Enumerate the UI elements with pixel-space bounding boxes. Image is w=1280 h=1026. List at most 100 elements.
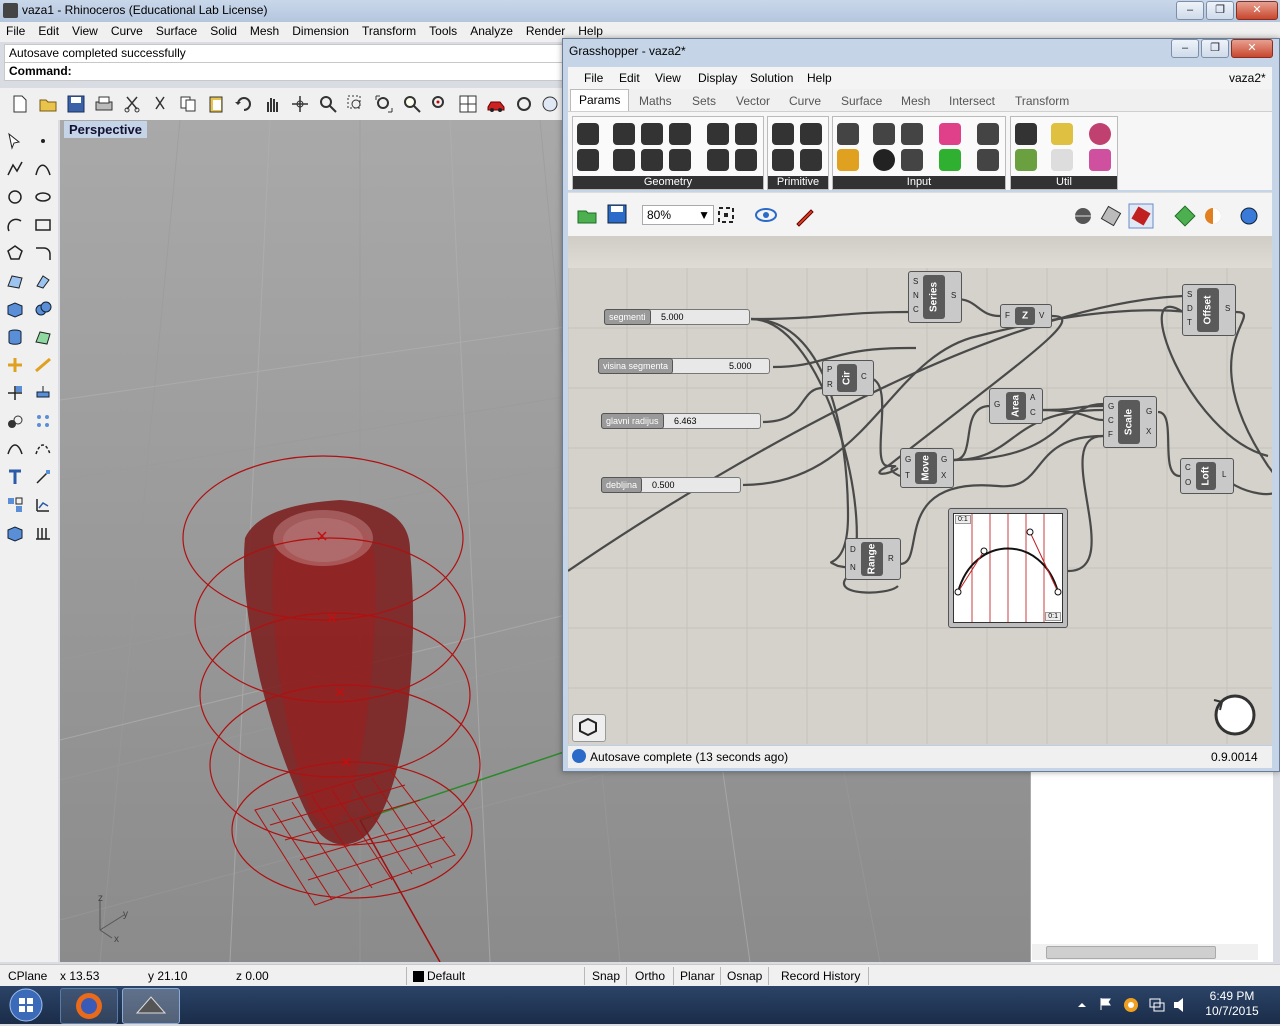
area-output-a[interactable]: A xyxy=(1030,393,1035,402)
colour-preview-icon[interactable] xyxy=(1202,205,1224,227)
group-icon[interactable] xyxy=(6,412,24,430)
cir-input-p[interactable]: P xyxy=(827,365,832,374)
area-input-g[interactable]: G xyxy=(994,400,1000,409)
undo-icon[interactable] xyxy=(234,94,254,114)
text-icon[interactable] xyxy=(6,468,24,486)
slider-glavni-radijus[interactable]: glavni radijus 6.463 xyxy=(601,413,761,429)
move-input-g[interactable]: G xyxy=(905,455,911,464)
slider-segmenti[interactable]: segmenti 5.000 xyxy=(604,309,750,325)
rhino-restore-button[interactable]: ❐ xyxy=(1206,1,1234,20)
preview-shaded-icon[interactable] xyxy=(1100,205,1122,227)
jump-icon[interactable] xyxy=(1089,123,1111,145)
zoom-selected-icon[interactable] xyxy=(402,94,422,114)
preview-selected-icon[interactable] xyxy=(1128,203,1154,229)
mesh-icon[interactable] xyxy=(34,328,52,346)
offset-input-s[interactable]: S xyxy=(1187,290,1192,299)
cut-scissors-icon[interactable] xyxy=(150,94,170,114)
component-scale[interactable]: Scale G C F G X xyxy=(1103,396,1157,448)
z-input-f[interactable]: F xyxy=(1005,311,1010,320)
array-icon[interactable] xyxy=(34,412,52,430)
cylinder-icon[interactable] xyxy=(6,328,24,346)
tab-curve[interactable]: Curve xyxy=(789,94,821,108)
value-list-icon[interactable] xyxy=(901,149,923,171)
camera-icon[interactable] xyxy=(977,149,999,171)
gh-menu-help[interactable]: Help xyxy=(807,71,832,85)
panel-scrollbar[interactable] xyxy=(1032,944,1258,960)
explode-icon[interactable] xyxy=(34,468,52,486)
ellipse-icon[interactable] xyxy=(34,188,52,206)
cut-icon[interactable] xyxy=(122,94,142,114)
tab-intersect[interactable]: Intersect xyxy=(949,94,995,108)
gh-menu-file[interactable]: File xyxy=(584,71,603,85)
range-input-d[interactable]: D xyxy=(850,545,856,554)
move-input-t[interactable]: T xyxy=(905,471,910,480)
scrollbar-thumb[interactable] xyxy=(1046,946,1216,959)
gradient-icon[interactable] xyxy=(939,123,961,145)
scale-input-g[interactable]: G xyxy=(1108,402,1114,411)
ribbon-label-geometry[interactable]: Geometry xyxy=(573,176,763,189)
plane-param-icon[interactable] xyxy=(669,149,691,171)
graph-mapper-icon[interactable] xyxy=(977,123,999,145)
cir-input-r[interactable]: R xyxy=(827,380,833,389)
zoom-level-select[interactable]: 80% ▼ xyxy=(642,205,714,225)
gh-canvas[interactable]: segmenti 5.000 visina segmenta 5.000 gla… xyxy=(568,236,1272,744)
select-arrow-icon[interactable] xyxy=(6,132,24,150)
z-output-v[interactable]: V xyxy=(1039,311,1044,320)
dimension-icon[interactable] xyxy=(34,356,52,374)
range-input-n[interactable]: N xyxy=(850,563,856,572)
loft-input-o[interactable]: O xyxy=(1185,478,1191,487)
zoom-extents-icon[interactable] xyxy=(374,94,394,114)
series-output-s[interactable]: S xyxy=(951,291,956,300)
action-center-flag-icon[interactable] xyxy=(1098,996,1114,1012)
scale-output-g[interactable]: G xyxy=(1146,407,1152,416)
block-icon[interactable] xyxy=(6,496,24,514)
paste-icon[interactable] xyxy=(206,94,226,114)
sketch-pen-icon[interactable] xyxy=(794,205,816,227)
tab-mesh[interactable]: Mesh xyxy=(901,94,930,108)
menu-transform[interactable]: Transform xyxy=(356,22,423,42)
arc-param-icon[interactable] xyxy=(641,123,663,145)
gh-save-icon[interactable] xyxy=(606,203,628,225)
menu-curve[interactable]: Curve xyxy=(105,22,150,42)
fillet-curve-icon[interactable] xyxy=(34,244,52,262)
offset-output-s[interactable]: S xyxy=(1225,304,1230,313)
slider-visina-segmenta[interactable]: visina segmenta 5.000 xyxy=(598,358,770,374)
volume-icon[interactable] xyxy=(1172,996,1190,1014)
rhino-minimize-button[interactable]: – xyxy=(1176,1,1204,20)
toggle-icon[interactable] xyxy=(873,123,895,145)
cir-output-c[interactable]: C xyxy=(861,372,867,381)
curve-param-icon[interactable] xyxy=(613,149,635,171)
surface-param-icon[interactable] xyxy=(707,149,729,171)
menu-analyze[interactable]: Analyze xyxy=(464,22,520,42)
viewport-title[interactable]: Perspective xyxy=(64,121,147,138)
menu-mesh[interactable]: Mesh xyxy=(244,22,286,42)
menu-edit[interactable]: Edit xyxy=(32,22,66,42)
gh-open-icon[interactable] xyxy=(576,203,598,225)
text-param-icon[interactable] xyxy=(800,149,822,171)
data-dam-icon[interactable] xyxy=(1015,123,1037,145)
tray-expand-icon[interactable] xyxy=(1076,999,1088,1011)
render-car-icon[interactable] xyxy=(486,94,506,114)
offset-input-d[interactable]: D xyxy=(1187,304,1193,313)
copy-icon[interactable] xyxy=(178,94,198,114)
menu-dimension[interactable]: Dimension xyxy=(286,22,356,42)
align-icon[interactable] xyxy=(34,384,52,402)
scale-input-c[interactable]: C xyxy=(1108,416,1114,425)
chart-icon[interactable] xyxy=(1015,149,1037,171)
menu-surface[interactable]: Surface xyxy=(150,22,204,42)
number-param-icon[interactable] xyxy=(772,149,794,171)
menu-solid[interactable]: Solid xyxy=(204,22,244,42)
button-icon[interactable] xyxy=(873,149,895,171)
tab-transform[interactable]: Transform xyxy=(1015,94,1069,108)
box-icon[interactable] xyxy=(6,300,24,318)
render-icon[interactable] xyxy=(6,524,24,542)
ribbon-label-input[interactable]: Input xyxy=(833,176,1005,189)
zoom-icon[interactable] xyxy=(318,94,338,114)
matrix-icon[interactable] xyxy=(939,149,961,171)
field-param-icon[interactable] xyxy=(735,149,757,171)
drafting-icon[interactable] xyxy=(34,524,52,542)
menu-view[interactable]: View xyxy=(66,22,105,42)
geometry-param-icon[interactable] xyxy=(577,123,599,145)
circle-param-icon[interactable] xyxy=(613,123,635,145)
box-param-icon[interactable] xyxy=(669,123,691,145)
